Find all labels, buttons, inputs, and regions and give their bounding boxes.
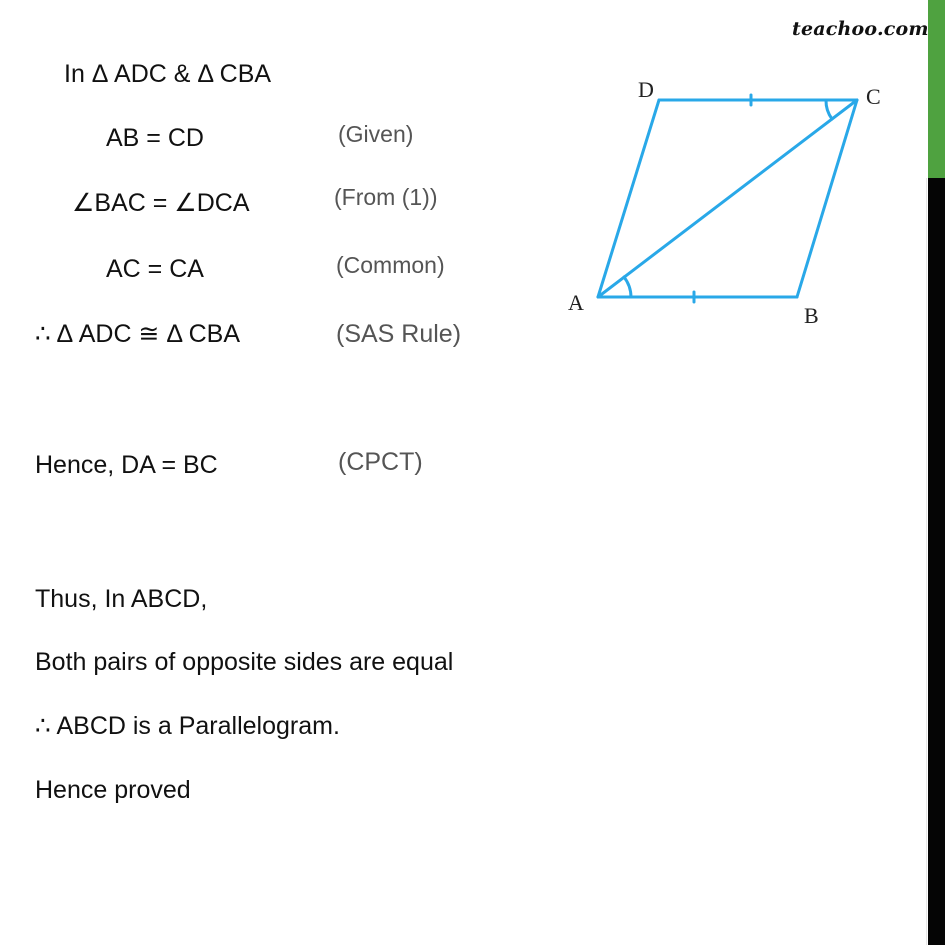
result-reason: (CPCT)	[338, 448, 423, 476]
proof-reason-2: (From (1))	[334, 184, 438, 210]
scrollbar-thumb[interactable]	[928, 0, 945, 178]
proof-statement-3: AC = CA	[106, 255, 204, 283]
proof-reason-4: (SAS Rule)	[336, 320, 462, 348]
diagonal-ac	[596, 98, 859, 299]
angle-mark-bac	[622, 275, 633, 299]
proof-reason-3: (Common)	[336, 252, 445, 278]
angle-mark-dca	[824, 98, 834, 121]
vertex-label-a: A	[568, 290, 584, 315]
scrollbar-track[interactable]	[928, 178, 945, 945]
side-bc	[795, 98, 859, 299]
teachoo-logo: teachoo.com	[792, 18, 929, 40]
proof-statement-1: AB = CD	[106, 124, 204, 152]
vertex-label-c: C	[866, 84, 881, 109]
proof-statement-2: ∠BAC = ∠DCA	[72, 189, 250, 217]
vertex-label-b: B	[804, 303, 819, 328]
side-da	[596, 98, 661, 299]
result-statement: Hence, DA = BC	[35, 451, 218, 479]
vertex-label-d: D	[638, 77, 654, 102]
proof-reason-1: (Given)	[338, 121, 414, 147]
scrollbar-edge	[926, 178, 927, 945]
conclusion-line-2: Both pairs of opposite sides are equal	[35, 648, 454, 676]
conclusion-line-1: Thus, In ABCD,	[35, 585, 208, 613]
proof-statement-4: ∴ Δ ADC ≅ Δ CBA	[35, 320, 241, 348]
conclusion-line-3: ∴ ABCD is a Parallelogram.	[35, 712, 340, 740]
conclusion-line-4: Hence proved	[35, 776, 191, 804]
proof-heading: In Δ ADC & Δ CBA	[64, 60, 272, 88]
